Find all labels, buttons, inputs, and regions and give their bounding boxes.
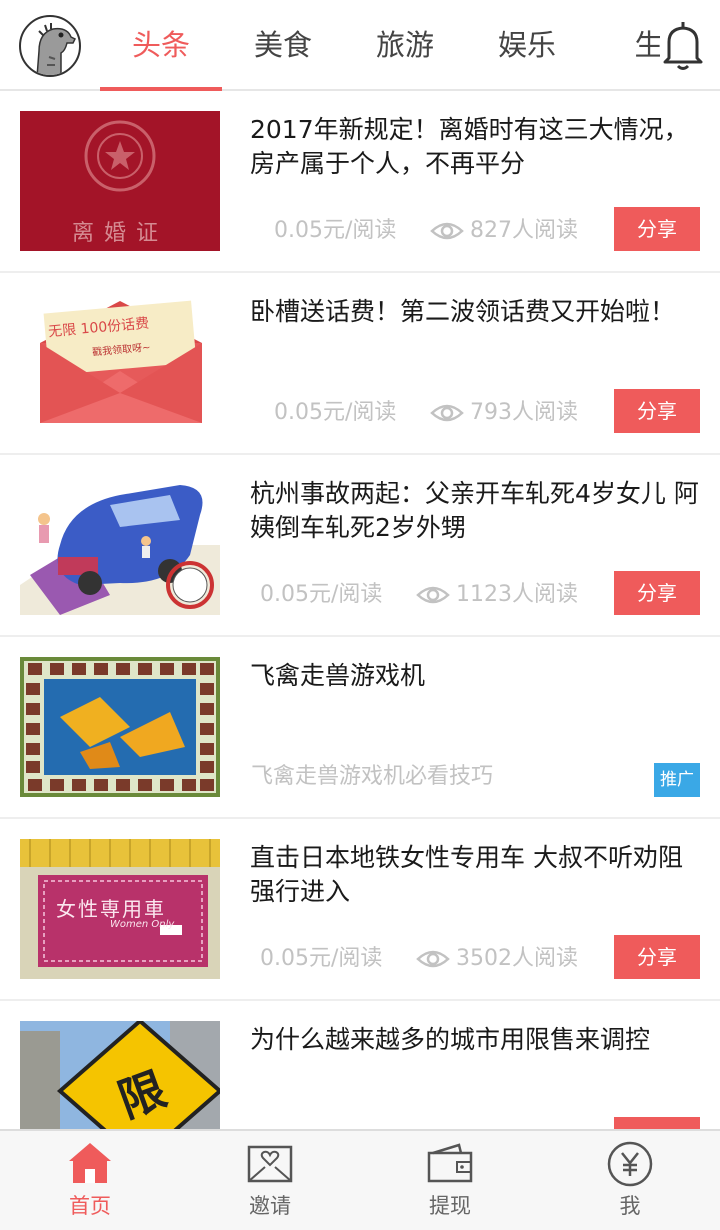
reward-rate: 0.05元/阅读 bbox=[260, 946, 383, 971]
article-thumbnail bbox=[20, 657, 220, 797]
ad-subtitle: 飞禽走兽游戏机必看技巧 bbox=[251, 764, 494, 789]
bell-icon bbox=[663, 22, 703, 70]
share-button[interactable]: 分享 bbox=[614, 389, 700, 433]
article-thumbnail: 无限 100份话费 戳我领取呀~ bbox=[20, 293, 220, 433]
tab-headlines[interactable]: 头条 bbox=[100, 0, 222, 91]
eye-icon bbox=[430, 222, 464, 240]
home-icon bbox=[69, 1143, 111, 1183]
read-count: 793人阅读 bbox=[430, 393, 578, 433]
article-title[interactable]: 卧槽送话费！第二波领话费又开始啦！ bbox=[250, 295, 705, 329]
ad-badge: 推广 bbox=[654, 763, 700, 797]
sponsored-item[interactable]: 飞禽走兽游戏机 飞禽走兽游戏机必看技巧 推广 bbox=[0, 637, 720, 819]
nav-label: 我 bbox=[619, 1194, 641, 1218]
category-tabs: 头条 美食 旅游 娱乐 生 bbox=[100, 0, 660, 91]
bottom-nav: 首页 邀请 提现 我 bbox=[0, 1129, 720, 1230]
nav-label: 提现 bbox=[429, 1194, 471, 1218]
read-count: 1123人阅读 bbox=[416, 575, 578, 615]
tab-entertainment[interactable]: 娱乐 bbox=[466, 0, 588, 91]
eye-icon bbox=[416, 586, 450, 604]
article-item[interactable]: 无限 100份话费 戳我领取呀~ 卧槽送话费！第二波领话费又开始啦！ 0.05元… bbox=[0, 273, 720, 455]
article-thumbnail: 离婚证 bbox=[20, 111, 220, 251]
share-button[interactable]: 分享 bbox=[614, 935, 700, 979]
article-thumbnail bbox=[20, 475, 220, 615]
nav-me[interactable]: 我 bbox=[540, 1131, 720, 1230]
wallet-icon bbox=[427, 1143, 473, 1183]
thumbnail-caption: 女性専用車 bbox=[56, 897, 166, 921]
share-button[interactable]: 分享 bbox=[614, 207, 700, 251]
tab-life[interactable]: 生 bbox=[588, 0, 660, 91]
article-item[interactable]: 杭州事故两起：父亲开车轧死4岁女儿 阿姨倒车轧死2岁外甥 0.05元/阅读 11… bbox=[0, 455, 720, 637]
notification-button[interactable] bbox=[660, 20, 706, 72]
article-title[interactable]: 杭州事故两起：父亲开车轧死4岁女儿 阿姨倒车轧死2岁外甥 bbox=[250, 477, 705, 545]
article-item[interactable]: 离婚证 2017年新规定！离婚时有这三大情况，房产属于个人，不再平分 0.05元… bbox=[0, 91, 720, 273]
nav-home[interactable]: 首页 bbox=[0, 1131, 180, 1230]
tab-food[interactable]: 美食 bbox=[222, 0, 344, 91]
envelope-heart-icon bbox=[247, 1145, 293, 1183]
nav-label: 首页 bbox=[69, 1194, 111, 1218]
read-count-text: 3502人阅读 bbox=[456, 946, 578, 971]
nav-label: 邀请 bbox=[249, 1194, 291, 1218]
nav-withdraw[interactable]: 提现 bbox=[360, 1131, 540, 1230]
avatar[interactable] bbox=[19, 15, 81, 77]
tab-travel[interactable]: 旅游 bbox=[344, 0, 466, 91]
share-button[interactable] bbox=[614, 1117, 700, 1129]
read-count-text: 827人阅读 bbox=[470, 218, 578, 243]
article-item[interactable]: 女性専用車 Women Only 直击日本地铁女性专用车 大叔不听劝阻强行进入 … bbox=[0, 819, 720, 1001]
article-title[interactable]: 飞禽走兽游戏机 bbox=[250, 659, 705, 693]
article-title[interactable]: 为什么越来越多的城市用限售来调控 bbox=[250, 1023, 705, 1057]
share-button[interactable]: 分享 bbox=[614, 571, 700, 615]
article-thumbnail: 女性専用車 Women Only bbox=[20, 839, 220, 979]
article-title[interactable]: 2017年新规定！离婚时有这三大情况，房产属于个人，不再平分 bbox=[250, 113, 705, 181]
nav-invite[interactable]: 邀请 bbox=[180, 1131, 360, 1230]
article-item[interactable]: 限 为什么越来越多的城市用限售来调控 bbox=[0, 1001, 720, 1129]
yen-circle-icon bbox=[607, 1141, 653, 1187]
thumbnail-subcaption: Women Only bbox=[110, 919, 175, 930]
reward-rate: 0.05元/阅读 bbox=[260, 582, 383, 607]
eye-icon bbox=[430, 404, 464, 422]
read-count-text: 1123人阅读 bbox=[456, 582, 578, 607]
article-title[interactable]: 直击日本地铁女性专用车 大叔不听劝阻强行进入 bbox=[250, 841, 705, 909]
article-thumbnail: 限 bbox=[20, 1021, 220, 1129]
read-count: 3502人阅读 bbox=[416, 939, 578, 979]
reward-rate: 0.05元/阅读 bbox=[274, 218, 397, 243]
article-feed[interactable]: 离婚证 2017年新规定！离婚时有这三大情况，房产属于个人，不再平分 0.05元… bbox=[0, 91, 720, 1129]
top-bar: 头条 美食 旅游 娱乐 生 bbox=[0, 0, 720, 91]
read-count: 827人阅读 bbox=[430, 211, 578, 251]
read-count-text: 793人阅读 bbox=[470, 400, 578, 425]
dinosaur-avatar-icon bbox=[36, 23, 77, 75]
reward-rate: 0.05元/阅读 bbox=[274, 400, 397, 425]
thumbnail-caption: 离婚证 bbox=[71, 221, 168, 246]
eye-icon bbox=[416, 950, 450, 968]
